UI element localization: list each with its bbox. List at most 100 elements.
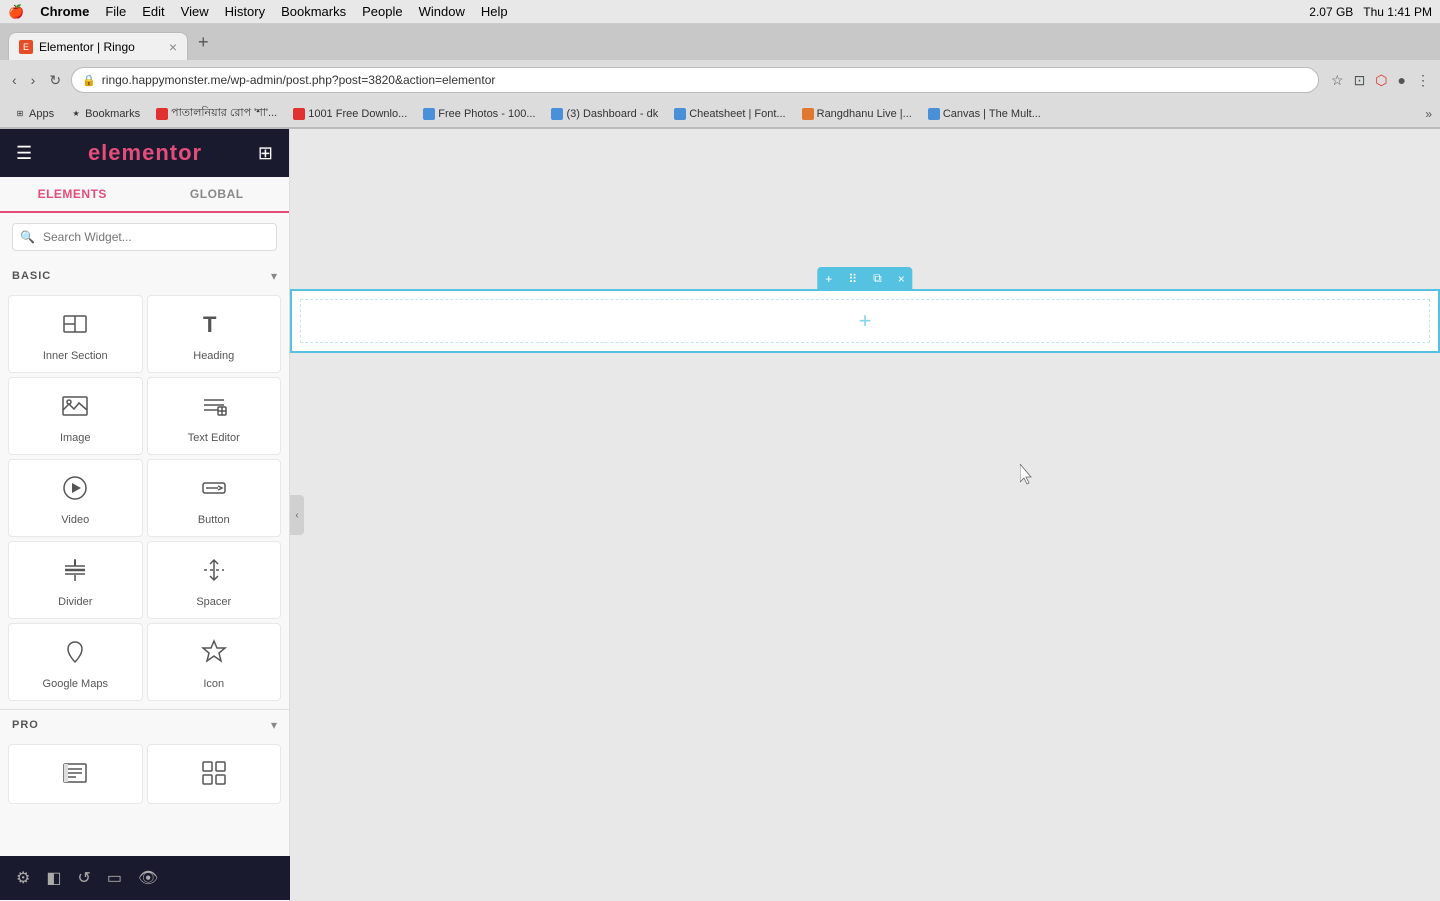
screenshot-icon[interactable]: ⊡ [1352,70,1368,91]
widget-pro-2[interactable] [147,744,282,804]
browser-tab-active[interactable]: E Elementor | Ringo × [8,32,188,60]
menu-dots-icon[interactable]: ⋮ [1414,70,1432,91]
image-icon [61,392,89,426]
widget-divider-label: Divider [58,596,92,608]
widget-icon[interactable]: Icon [147,623,282,701]
bookmark-apps[interactable]: ⊞ Apps [8,106,60,122]
responsive-icon[interactable]: ▭ [103,864,126,892]
canvas-area: ‹ + ⠿ ⧉ × + [290,129,1440,901]
pro-widgets-grid [0,740,289,808]
widget-google-maps-label: Google Maps [43,678,108,690]
tab-elements[interactable]: ELEMENTS [0,177,145,211]
collapse-sidebar-handle[interactable]: ‹ [290,495,304,535]
grid-icon[interactable]: ⊞ [258,143,273,164]
tab-close-button[interactable]: × [169,39,177,55]
reload-button[interactable]: ↻ [45,68,65,93]
bookmark-3[interactable]: Free Photos - 100... [417,106,541,122]
b3-favicon [423,108,435,120]
menu-window[interactable]: Window [419,4,465,19]
pro-grid-icon [200,759,228,793]
widget-spacer[interactable]: Spacer [147,541,282,619]
menu-history[interactable]: History [225,4,265,19]
b7-favicon [928,108,940,120]
section-delete-button[interactable]: × [890,268,913,290]
add-element-button[interactable]: + [859,308,872,334]
widget-pro-1[interactable] [8,744,143,804]
profile-icon[interactable]: ● [1396,70,1408,90]
bookmark-4[interactable]: (3) Dashboard - dk [545,106,664,122]
widget-inner-section-label: Inner Section [43,350,108,362]
clock: Thu 1:41 PM [1363,5,1432,19]
button-icon [200,474,228,508]
layers-icon[interactable]: ◧ [42,864,65,892]
menu-edit[interactable]: Edit [142,4,164,19]
bookmark-2[interactable]: 1001 Free Downlo... [287,106,413,122]
section-toolbar: + ⠿ ⧉ × [817,267,912,290]
pro-chevron-icon: ▾ [271,718,277,732]
history-icon[interactable]: ↺ [73,864,94,892]
bookmark-3-label: Free Photos - 100... [438,108,535,120]
search-box: 🔍 [12,223,277,251]
sidebar-tabs: ELEMENTS GLOBAL [0,177,289,213]
bookmark-6[interactable]: Rangdhanu Live |... [796,106,918,122]
settings-icon[interactable]: ⚙ [12,864,34,892]
bookmarks-overflow-icon[interactable]: » [1425,107,1432,121]
b1-favicon [156,108,168,120]
bookmark-5[interactable]: Cheatsheet | Font... [668,106,791,122]
app-layout: ☰ elementor ⊞ ELEMENTS GLOBAL 🔍 BASIC ▾ [0,129,1440,901]
widgets-grid: Inner Section T Heading Image [0,291,289,705]
back-button[interactable]: ‹ [8,68,21,92]
widget-heading[interactable]: T Heading [147,295,282,373]
apps-favicon: ⊞ [14,108,26,120]
section-duplicate-button[interactable]: ⧉ [865,267,890,290]
bookmark-1[interactable]: পাতালনিয়ার রোপ 'শা'... [150,102,283,125]
apple-menu[interactable]: 🍎 [8,4,24,20]
widget-video[interactable]: Video [8,459,143,537]
video-icon [61,474,89,508]
search-input[interactable] [12,223,277,251]
menu-help[interactable]: Help [481,4,508,19]
bookmark-star-icon[interactable]: ☆ [1329,70,1346,91]
menu-people[interactable]: People [362,4,402,19]
bookmark-6-label: Rangdhanu Live |... [817,108,912,120]
elementor-sidebar: ☰ elementor ⊞ ELEMENTS GLOBAL 🔍 BASIC ▾ [0,129,290,901]
bookmark-bookmarks[interactable]: ★ Bookmarks [64,106,146,122]
widget-inner-section[interactable]: Inner Section [8,295,143,373]
browser-tabs: E Elementor | Ringo × + [0,24,1440,60]
widget-google-maps[interactable]: Google Maps [8,623,143,701]
pro-section-header[interactable]: PRO ▾ [0,709,289,740]
menu-view[interactable]: View [181,4,209,19]
widget-image[interactable]: Image [8,377,143,455]
menubar-right: 2.07 GB Thu 1:41 PM [1309,5,1432,19]
widget-text-editor[interactable]: Text Editor [147,377,282,455]
bookmark-1-label: পাতালনিয়ার রোপ 'শা'... [171,104,277,123]
divider-icon [61,556,89,590]
menu-chrome[interactable]: Chrome [40,4,89,19]
bookmark-2-label: 1001 Free Downlo... [308,108,407,120]
tab-global[interactable]: GLOBAL [145,177,290,211]
widget-heading-label: Heading [193,350,234,362]
elementor-section[interactable]: + [290,289,1440,353]
widget-button[interactable]: Button [147,459,282,537]
menu-file[interactable]: File [105,4,126,19]
preview-icon[interactable]: 👁 [134,864,162,892]
menu-bookmarks[interactable]: Bookmarks [281,4,346,19]
widget-divider[interactable]: Divider [8,541,143,619]
elementor-column[interactable]: + [300,299,1430,343]
forward-button[interactable]: › [27,68,40,92]
browser-toolbar: ‹ › ↻ 🔒 ringo.happymonster.me/wp-admin/p… [0,60,1440,100]
bookmark-7[interactable]: Canvas | The Mult... [922,106,1047,122]
bookmark-5-label: Cheatsheet | Font... [689,108,785,120]
pro-section-label: PRO [12,719,39,731]
toolbar-icons: ☆ ⊡ ⬡ ● ⋮ [1329,70,1432,91]
section-drag-handle[interactable]: ⠿ [840,268,865,290]
basic-section-header[interactable]: BASIC ▾ [0,261,289,291]
hamburger-menu-icon[interactable]: ☰ [16,143,32,164]
address-bar[interactable]: 🔒 ringo.happymonster.me/wp-admin/post.ph… [71,67,1319,93]
bookmark-apps-label: Apps [29,108,54,120]
tab-favicon: E [19,40,33,54]
section-add-button[interactable]: + [817,268,840,290]
extensions-icon[interactable]: ⬡ [1373,70,1389,91]
new-tab-button[interactable]: + [192,30,215,55]
inner-section-icon [61,310,89,344]
